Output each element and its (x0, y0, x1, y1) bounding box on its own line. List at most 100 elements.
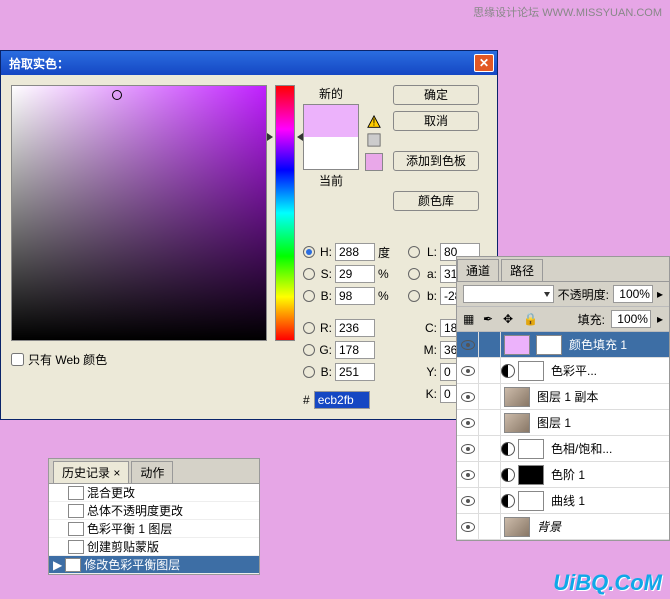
mask-thumb[interactable] (536, 335, 562, 355)
history-row[interactable]: 混合更改 (49, 484, 259, 502)
mask-thumb[interactable] (518, 491, 544, 511)
mask-thumb[interactable] (518, 439, 544, 459)
mask-thumb[interactable] (518, 361, 544, 381)
b-input[interactable] (335, 287, 375, 305)
titlebar[interactable]: 拾取实色： ✕ (1, 51, 497, 75)
link-col[interactable] (479, 462, 501, 487)
link-col[interactable] (479, 436, 501, 461)
layer-thumb[interactable] (504, 517, 530, 537)
layer-row[interactable]: 色相/饱和... (457, 436, 669, 462)
r-input[interactable] (335, 319, 375, 337)
link-col[interactable] (479, 332, 501, 357)
r-radio[interactable] (303, 322, 315, 334)
tab-history[interactable]: 历史记录 × (53, 461, 129, 483)
layer-row[interactable]: 背景 (457, 514, 669, 540)
g-radio[interactable] (303, 344, 315, 356)
cancel-button[interactable]: 取消 (393, 111, 479, 131)
s-input[interactable] (335, 265, 375, 283)
layer-name[interactable]: 图层 1 (537, 414, 571, 431)
web-colors-label: 只有 Web 颜色 (28, 351, 107, 368)
visibility-toggle[interactable] (457, 436, 479, 461)
lock-all-icon[interactable]: 🔒 (523, 312, 537, 326)
add-swatch-button[interactable]: 添加到色板 (393, 151, 479, 171)
tab-paths[interactable]: 路径 (501, 259, 543, 281)
g-input[interactable] (335, 341, 375, 359)
lock-transparent-icon[interactable]: ▦ (463, 312, 477, 326)
layer-thumb[interactable] (504, 335, 530, 355)
visibility-toggle[interactable] (457, 488, 479, 513)
layer-row[interactable]: 图层 1 副本 (457, 384, 669, 410)
history-row[interactable]: 总体不透明度更改 (49, 502, 259, 520)
link-col[interactable] (479, 514, 501, 539)
opacity-arrow-icon[interactable]: ▸ (657, 287, 663, 301)
r-label: R: (318, 321, 332, 335)
fill-arrow-icon[interactable]: ▸ (657, 312, 663, 326)
blend-mode-dropdown[interactable] (463, 285, 554, 303)
current-color-swatch[interactable] (304, 137, 358, 169)
tab-channels[interactable]: 通道 (457, 259, 499, 281)
h-radio[interactable] (303, 246, 315, 258)
lock-paint-icon[interactable]: ✒ (483, 312, 497, 326)
hue-slider-arrow-right (297, 133, 303, 141)
history-row[interactable]: 创建剪贴蒙版 (49, 538, 259, 556)
web-colors-input[interactable] (11, 353, 24, 366)
layer-name[interactable]: 背景 (537, 518, 561, 535)
visibility-toggle[interactable] (457, 514, 479, 539)
color-field[interactable] (11, 85, 267, 341)
layer-name[interactable]: 色相/饱和... (551, 440, 612, 457)
l-label: L: (423, 245, 437, 259)
b-radio[interactable] (303, 290, 315, 302)
layer-name[interactable]: 色阶 1 (551, 466, 585, 483)
layer-name[interactable]: 色彩平... (551, 362, 597, 379)
close-button[interactable]: ✕ (474, 54, 494, 72)
mask-thumb[interactable] (518, 465, 544, 485)
layer-thumb[interactable] (504, 413, 530, 433)
ok-button[interactable]: 确定 (393, 85, 479, 105)
eye-icon (461, 340, 475, 350)
lock-move-icon[interactable]: ✥ (503, 312, 517, 326)
history-step-icon (65, 558, 81, 572)
link-col[interactable] (479, 358, 501, 383)
layer-row[interactable]: 颜色填充 1 (457, 332, 669, 358)
history-row[interactable]: ▶修改色彩平衡图层 (49, 556, 259, 574)
layer-row[interactable]: 图层 1 (457, 410, 669, 436)
closest-swatch[interactable] (365, 153, 383, 171)
m-label: M: (423, 343, 437, 357)
hue-slider[interactable] (275, 85, 295, 341)
visibility-toggle[interactable] (457, 462, 479, 487)
opacity-input[interactable]: 100% (613, 285, 653, 303)
visibility-toggle[interactable] (457, 358, 479, 383)
lb-radio[interactable] (408, 290, 420, 302)
link-col[interactable] (479, 488, 501, 513)
layer-name[interactable]: 图层 1 副本 (537, 388, 598, 405)
visibility-toggle[interactable] (457, 384, 479, 409)
fill-input[interactable]: 100% (611, 310, 651, 328)
color-cursor[interactable] (112, 90, 122, 100)
layer-name[interactable]: 曲线 1 (551, 492, 585, 509)
layer-row[interactable]: 色阶 1 (457, 462, 669, 488)
new-label: 新的 (319, 85, 343, 102)
a-radio[interactable] (408, 268, 420, 280)
adjustment-icon (501, 468, 515, 482)
color-libraries-button[interactable]: 颜色库 (393, 191, 479, 211)
visibility-toggle[interactable] (457, 410, 479, 435)
layer-thumb[interactable] (504, 387, 530, 407)
layer-row[interactable]: 曲线 1 (457, 488, 669, 514)
bb-input[interactable] (335, 363, 375, 381)
gamut-warning-icon[interactable]: ! (367, 115, 381, 129)
visibility-toggle[interactable] (457, 332, 479, 357)
hex-input[interactable] (314, 391, 370, 409)
layer-name[interactable]: 颜色填充 1 (569, 336, 627, 353)
link-col[interactable] (479, 410, 501, 435)
layer-row[interactable]: 色彩平... (457, 358, 669, 384)
history-label: 总体不透明度更改 (87, 502, 183, 519)
s-radio[interactable] (303, 268, 315, 280)
web-safe-icon[interactable] (367, 133, 381, 147)
h-input[interactable] (335, 243, 375, 261)
bb-radio[interactable] (303, 366, 315, 378)
link-col[interactable] (479, 384, 501, 409)
tab-actions[interactable]: 动作 (131, 461, 173, 483)
web-colors-checkbox[interactable]: 只有 Web 颜色 (11, 351, 267, 368)
history-row[interactable]: 色彩平衡 1 图层 (49, 520, 259, 538)
l-radio[interactable] (408, 246, 420, 258)
